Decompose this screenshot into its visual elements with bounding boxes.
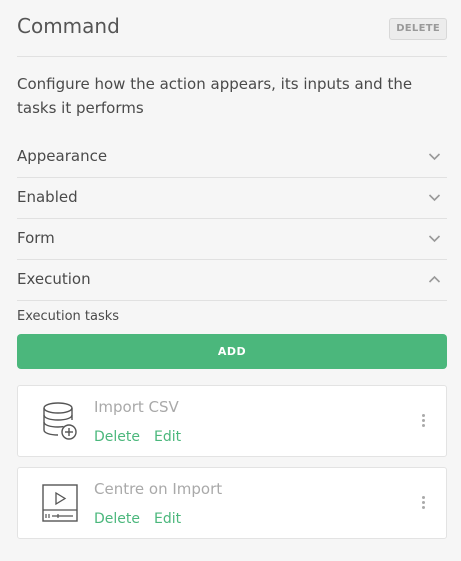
task-name: Import CSV [94, 398, 179, 416]
section-label: Enabled [17, 188, 78, 206]
execution-tasks-label: Execution tasks [17, 309, 120, 324]
media-player-icon [42, 484, 78, 522]
chevron-up-icon [428, 275, 441, 283]
more-options-icon[interactable] [422, 414, 426, 430]
task-delete-link[interactable]: Delete [94, 511, 140, 527]
task-edit-link[interactable]: Edit [154, 511, 181, 527]
database-add-icon [43, 402, 77, 440]
chevron-down-icon [428, 235, 441, 243]
panel-description: Configure how the action appears, its in… [17, 75, 413, 117]
section-label: Execution [17, 270, 91, 288]
panel-header: Command DELETE [17, 0, 447, 57]
task-card-centre-on-import: Centre on Import Delete Edit [17, 467, 447, 539]
command-panel: Command DELETE Configure how the action … [0, 0, 461, 561]
more-options-icon[interactable] [422, 496, 426, 512]
section-execution[interactable]: Execution [17, 260, 447, 301]
section-label: Appearance [17, 147, 108, 165]
chevron-down-icon [428, 153, 441, 161]
task-card-import-csv: Import CSV Delete Edit [17, 385, 447, 457]
task-edit-link[interactable]: Edit [154, 429, 181, 445]
panel-title: Command [17, 14, 120, 38]
task-name: Centre on Import [94, 480, 223, 498]
section-form[interactable]: Form [17, 219, 447, 260]
section-appearance[interactable]: Appearance [17, 137, 447, 178]
task-delete-link[interactable]: Delete [94, 429, 140, 445]
chevron-down-icon [428, 194, 441, 202]
delete-button[interactable]: DELETE [389, 18, 447, 40]
section-label: Form [17, 229, 55, 247]
add-task-button[interactable]: ADD [17, 334, 447, 369]
section-enabled[interactable]: Enabled [17, 178, 447, 219]
